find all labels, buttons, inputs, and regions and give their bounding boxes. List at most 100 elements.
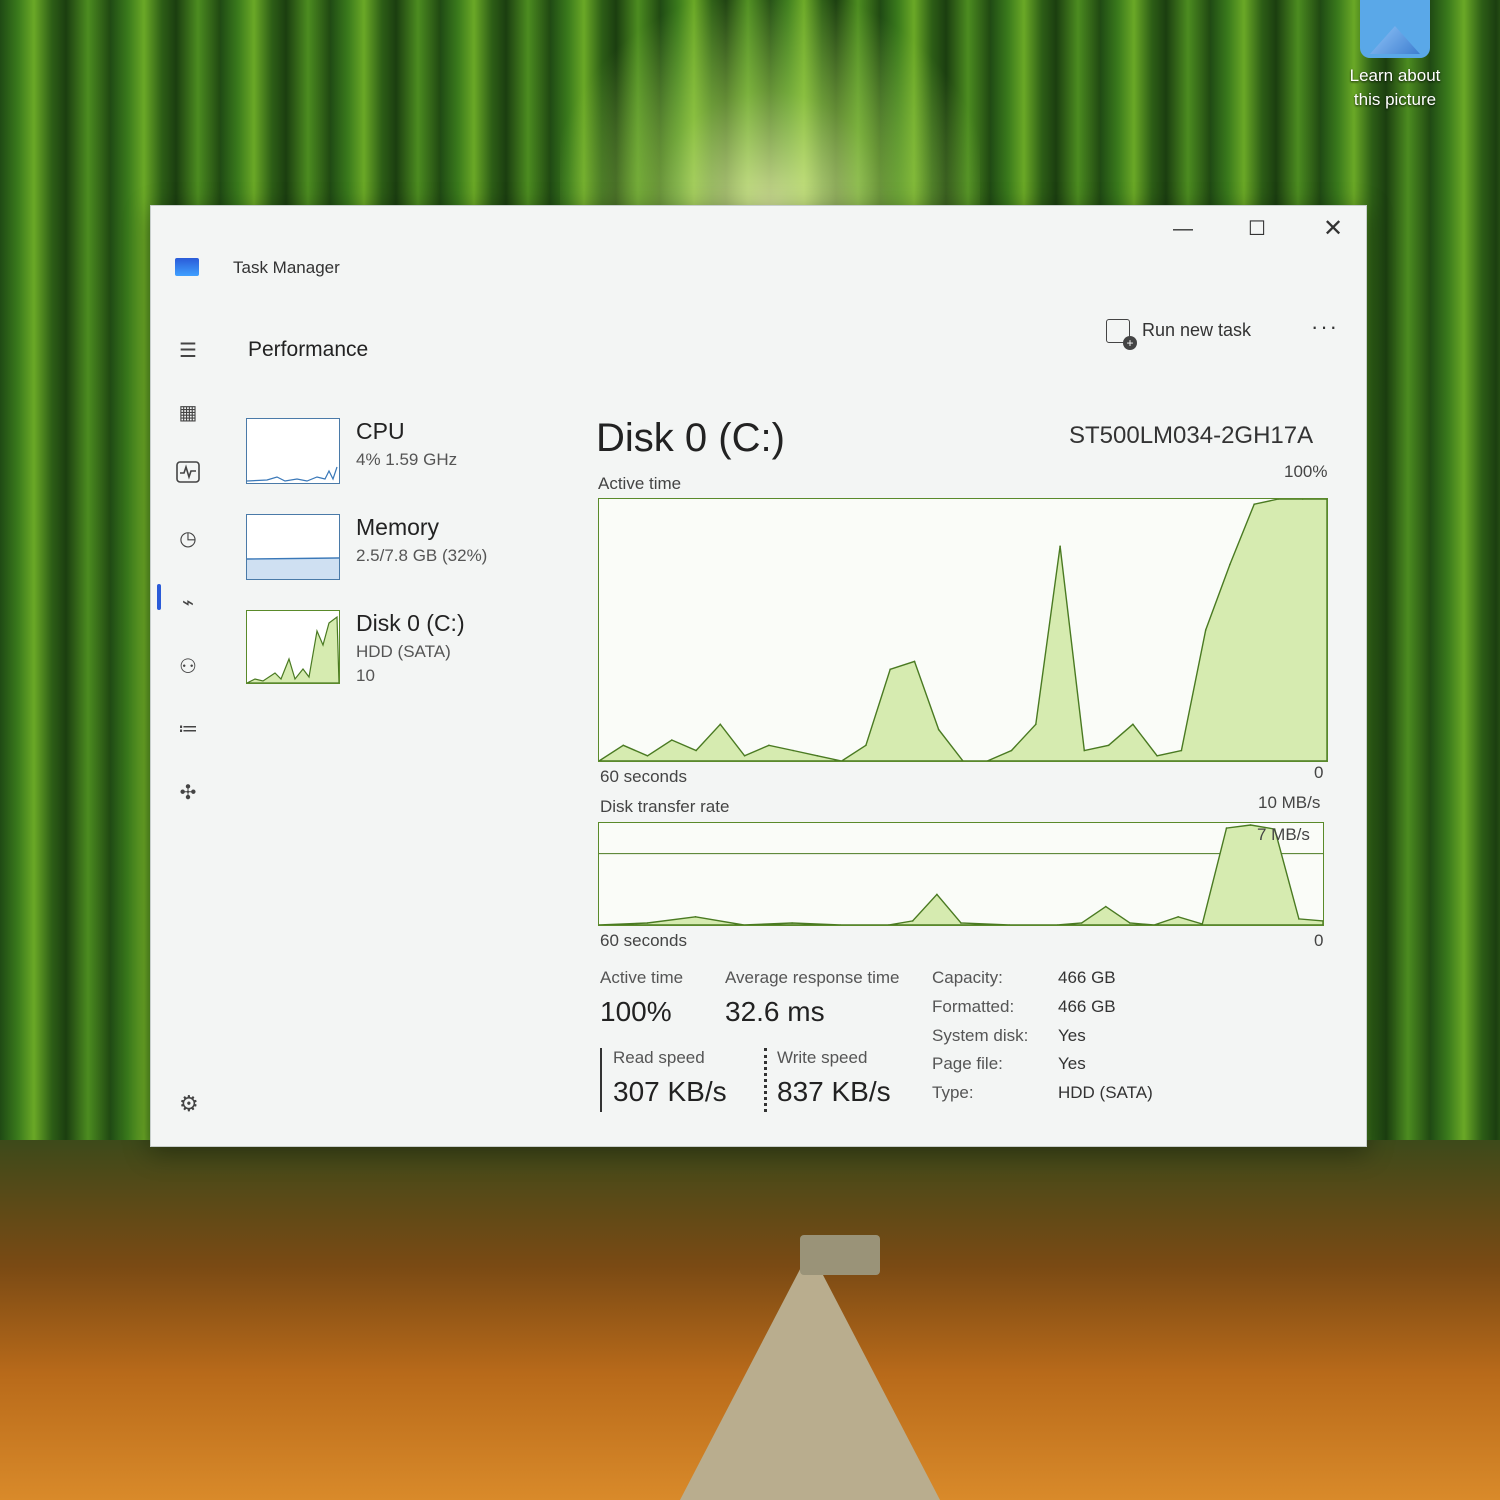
system-disk-label: System disk: <box>932 1026 1029 1045</box>
device-subtitle-line2: 10 <box>356 666 375 685</box>
active-time-span-label: 60 seconds <box>600 767 687 786</box>
type-label: Type: <box>932 1083 974 1102</box>
device-subtitle: 2.5/7.8 GB (32%) <box>356 546 488 565</box>
memory-sparkline <box>246 557 340 579</box>
transfer-rate-data-point <box>1080 922 1083 924</box>
active-indicator <box>157 584 161 610</box>
desktop-icon-label: Learn about this picture <box>1330 64 1460 112</box>
active-time-data-point <box>622 744 625 747</box>
active-time-data-point <box>1010 749 1013 752</box>
avg-response-stat-label: Average response time <box>725 968 900 987</box>
desktop-icon-label-line1: Learn about <box>1349 66 1441 85</box>
active-time-data-point <box>1107 744 1110 747</box>
avg-response-stat-value: 32.6 ms <box>725 996 825 1027</box>
page-file-label: Page file: <box>932 1054 1003 1073</box>
active-time-graph <box>596 498 1328 762</box>
desktop-icon-label-line2: this picture <box>1353 90 1437 109</box>
transfer-rate-graph-label: Disk transfer rate <box>600 797 730 816</box>
active-time-max-label: 100% <box>1284 462 1328 481</box>
active-time-data-point <box>1132 723 1134 726</box>
menu-icon[interactable]: ☰ <box>173 336 203 366</box>
services-icon[interactable]: ✣ <box>173 778 203 808</box>
run-new-task-icon <box>1106 319 1137 350</box>
active-time-data-point <box>816 755 819 757</box>
page-title: Performance <box>248 338 369 361</box>
memory-thumbnail-graph <box>246 514 340 580</box>
disk-thumbnail-graph <box>246 610 340 684</box>
active-time-stat-label: Active time <box>600 968 684 987</box>
device-name: Disk 0 (C:) <box>356 610 465 636</box>
transfer-rate-data-point <box>936 893 938 896</box>
write-speed-divider <box>764 1048 767 1112</box>
close-button[interactable]: ✕ <box>1313 214 1353 244</box>
write-speed-label: Write speed <box>777 1048 868 1067</box>
active-time-data-point <box>937 728 940 731</box>
minimize-button[interactable]: — <box>1163 214 1203 244</box>
active-time-data-point <box>671 739 673 741</box>
gear-icon[interactable]: ⚙ <box>179 1091 199 1117</box>
transfer-rate-graph: 7 MB/s <box>598 822 1324 926</box>
transfer-rate-data-point <box>960 922 962 924</box>
picture-icon <box>1360 0 1430 58</box>
active-time-data-point <box>913 660 916 663</box>
active-time-data-point <box>695 749 697 752</box>
active-time-data-point <box>1180 749 1183 752</box>
users-icon[interactable]: ⚇ <box>173 652 203 682</box>
navigation-rail: ☰ ▦ ◷ ⌁ ⚇ ≔ ✣ <box>157 326 221 1126</box>
active-time-data-point <box>646 755 649 757</box>
transfer-rate-min-label: 0 <box>1314 931 1324 950</box>
transfer-rate-data-point <box>694 916 697 918</box>
startup-apps-icon[interactable]: ⌁ <box>173 588 203 618</box>
run-new-task-button[interactable]: Run new task <box>1106 319 1252 350</box>
active-time-data-point <box>1204 629 1207 631</box>
transfer-rate-span-label: 60 seconds <box>600 931 687 950</box>
device-name: Memory <box>356 514 440 540</box>
device-subtitle: 4% 1.59 GHz <box>356 450 458 469</box>
transfer-rate-data-point <box>1298 918 1300 920</box>
active-time-data-point <box>1059 545 1061 547</box>
more-options-button[interactable]: ··· <box>1311 314 1339 340</box>
capacity-label: Capacity: <box>932 968 1003 987</box>
device-subtitle: HDD (SATA) <box>356 642 451 661</box>
read-speed-value: 307 KB/s <box>613 1076 727 1107</box>
formatted-value: 466 GB <box>1058 997 1116 1016</box>
transfer-rate-line-label: 7 MB/s <box>1257 825 1310 844</box>
transfer-rate-chart <box>598 824 1324 926</box>
formatted-label: Formatted: <box>932 997 1015 1016</box>
active-time-data-point <box>1083 749 1086 752</box>
task-manager-app-icon <box>175 258 199 276</box>
read-speed-divider <box>600 1048 602 1112</box>
active-time-data-point <box>768 744 770 747</box>
system-disk-value: Yes <box>1058 1026 1086 1045</box>
maximize-button[interactable]: ☐ <box>1237 214 1277 244</box>
type-value: HDD (SATA) <box>1058 1083 1153 1102</box>
performance-glyph <box>176 461 200 483</box>
disk-model: ST500LM034-2GH17A <box>1069 422 1314 449</box>
active-time-data-point <box>1035 723 1037 726</box>
active-time-graph-label: Active time <box>598 474 682 493</box>
active-time-data-point <box>719 723 722 726</box>
active-time-series-area <box>596 498 1328 762</box>
transfer-rate-data-point <box>646 922 649 924</box>
run-new-task-label: Run new task <box>1142 319 1252 340</box>
transfer-rate-series-area <box>598 824 1324 926</box>
transfer-rate-data-point <box>1129 922 1131 924</box>
transfer-rate-data-point <box>1201 923 1204 925</box>
active-time-stat-value: 100% <box>600 996 672 1027</box>
window-title: Task Manager <box>233 258 340 277</box>
processes-icon[interactable]: ▦ <box>173 398 203 428</box>
details-icon[interactable]: ≔ <box>173 714 203 744</box>
transfer-rate-data-point <box>1177 916 1179 918</box>
active-time-min-label: 0 <box>1314 763 1324 782</box>
cpu-sparkline <box>246 466 338 482</box>
active-time-data-point <box>865 744 867 747</box>
cpu-thumbnail-graph <box>246 418 340 484</box>
disk-title: Disk 0 (C:) <box>596 416 785 460</box>
performance-icon[interactable] <box>173 461 203 491</box>
write-speed-value: 837 KB/s <box>777 1076 891 1107</box>
wallpaper-path <box>680 1250 940 1500</box>
title-bar[interactable]: Task Manager — ☐ ✕ <box>151 206 1366 277</box>
learn-about-picture-shortcut[interactable]: Learn about this picture <box>1330 0 1460 120</box>
app-history-icon[interactable]: ◷ <box>173 524 203 554</box>
transfer-rate-max-label: 10 MB/s <box>1258 793 1321 812</box>
